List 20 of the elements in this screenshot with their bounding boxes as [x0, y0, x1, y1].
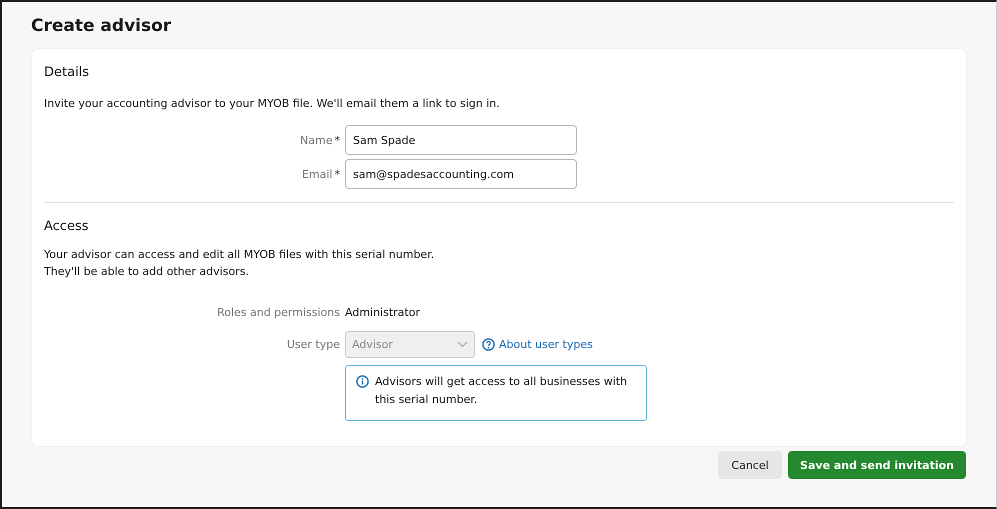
section-description: Invite your accounting advisor to your MYOB file. We'll email them a link to sign in.: [44, 96, 500, 112]
name-field[interactable]: Sam Spade: [345, 125, 577, 155]
section-heading: Access: [44, 219, 89, 234]
info-text: Advisors will get access to all businesses with this serial number.: [375, 374, 628, 408]
info-icon: [356, 375, 369, 388]
email-field[interactable]: sam@spadesaccounting.com: [345, 159, 577, 189]
cancel-button[interactable]: Cancel: [718, 451, 782, 479]
section-description: Your advisor can access and edit all MYOB files with this serial number. They'll be able to add other advisors.: [44, 247, 434, 280]
field-label: Email: [302, 168, 332, 180]
required-mark: *: [334, 168, 340, 180]
save-button[interactable]: Save and send invitation: [788, 451, 966, 479]
roles-value: Administrator: [345, 306, 420, 319]
help-icon: [482, 338, 495, 351]
chevron-icon: [457, 341, 468, 348]
field-label: Name: [300, 134, 332, 146]
field-label: Roles and permissions: [217, 306, 340, 319]
page-title: Create advisor: [31, 16, 172, 38]
section-heading: Details: [44, 65, 90, 80]
field-label: User type: [286, 338, 340, 351]
required-mark: *: [334, 134, 340, 146]
